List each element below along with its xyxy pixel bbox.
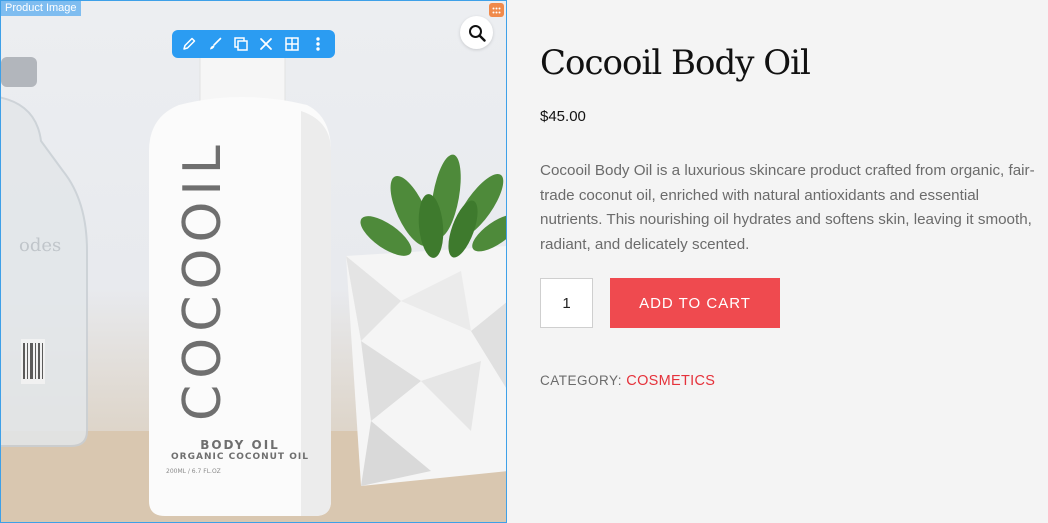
search-icon	[468, 24, 486, 42]
product-category: CATEGORY: COSMETICS	[540, 373, 715, 389]
bottle-label-line2: ORGANIC COCONUT OIL	[171, 452, 309, 462]
zoom-button[interactable]	[460, 16, 493, 49]
svg-text:odes: odes	[19, 235, 61, 256]
widget-tag: Product Image	[1, 1, 81, 16]
grid-handle-icon[interactable]	[489, 3, 504, 17]
add-to-cart-button[interactable]: ADD TO CART	[610, 278, 780, 328]
product-title: Cocooil Body Oil	[540, 43, 811, 83]
category-label: CATEGORY:	[540, 373, 623, 388]
duplicate-icon[interactable]	[230, 33, 252, 55]
bottle-label-line1: BODY OIL	[200, 438, 280, 452]
pencil-icon[interactable]	[178, 33, 200, 55]
product-price: $45.00	[540, 108, 586, 125]
grid-icon[interactable]	[281, 33, 303, 55]
quantity-input[interactable]	[540, 278, 593, 328]
more-vertical-icon[interactable]	[307, 33, 329, 55]
product-image-widget[interactable]: odes COCOOIL BODY OIL ORGANIC COCONUT OI…	[0, 0, 507, 523]
product-description: Cocooil Body Oil is a luxurious skincare…	[540, 162, 1035, 253]
close-icon[interactable]	[255, 33, 277, 55]
bottle-label-line3: 200ML / 6.7 FL.OZ	[166, 468, 221, 475]
bottle-brand: COCOOIL	[173, 139, 233, 421]
category-link[interactable]: COSMETICS	[626, 373, 715, 389]
edit-toolbar	[172, 30, 335, 58]
brush-icon[interactable]	[204, 33, 226, 55]
